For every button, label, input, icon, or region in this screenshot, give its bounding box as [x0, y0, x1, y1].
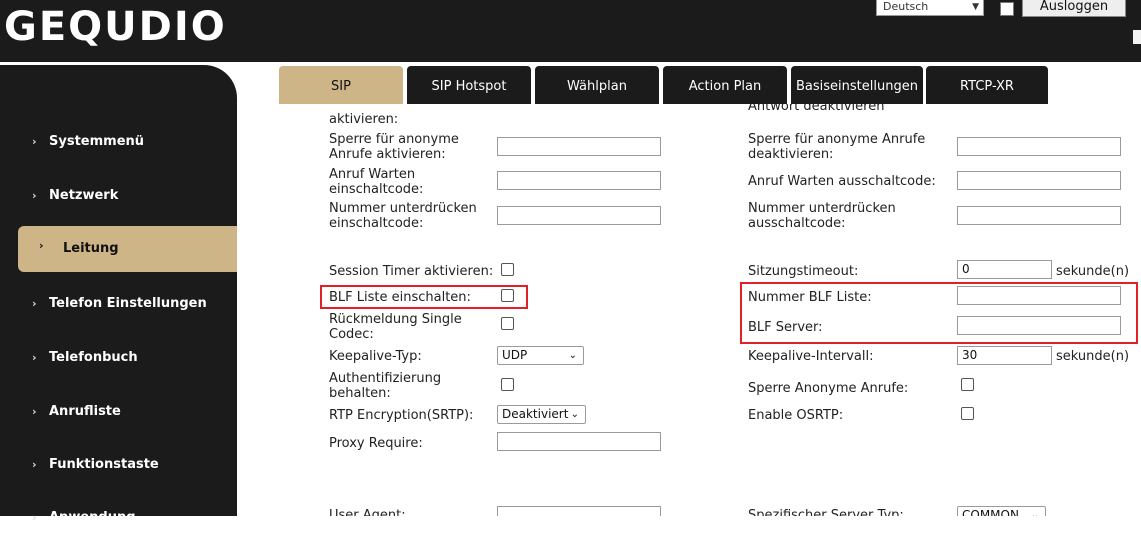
- keepalive-type-select[interactable]: UDP ⌄: [497, 346, 584, 365]
- proxy-require-label: Proxy Require:: [329, 436, 423, 451]
- chevron-right-icon: ›: [32, 135, 37, 148]
- chevron-right-icon: ›: [32, 511, 37, 524]
- tab-rtcp-xr[interactable]: RTCP-XR: [926, 66, 1048, 104]
- anon-block-off-label: Sperre für anonyme Anrufe deaktivieren:: [748, 132, 926, 162]
- chevron-right-icon: ›: [32, 405, 37, 418]
- tab-basiseinstellungen[interactable]: Basiseinstellungen: [791, 66, 923, 104]
- sidebar-item-label: Leitung: [63, 241, 119, 256]
- blf-list-number-label: Nummer BLF Liste:: [748, 290, 872, 305]
- tab-waehlplan[interactable]: Wählplan: [535, 66, 659, 104]
- field-label: Antwort deaktivieren: [748, 104, 885, 114]
- tab-sip[interactable]: SIP: [279, 66, 403, 104]
- sidebar-item-funktionstaste[interactable]: › Funktionstaste: [0, 450, 237, 480]
- session-timeout-unit: sekunde(n): [1056, 264, 1130, 279]
- single-codec-label: Rückmeldung Single Codec:: [329, 312, 462, 342]
- session-timeout-label: Sitzungstimeout:: [748, 264, 859, 279]
- tab-bar: SIP SIP Hotspot Wählplan Action Plan Bas…: [240, 62, 1141, 104]
- chevron-down-icon: ⌄: [568, 350, 577, 361]
- session-timer-checkbox[interactable]: [501, 263, 514, 276]
- language-select[interactable]: Deutsch ▼: [876, 0, 984, 16]
- sidebar-item-leitung[interactable]: › Leitung: [18, 226, 237, 272]
- chevron-down-icon: ⌄: [570, 409, 579, 420]
- call-wait-on-label: Anruf Warten einschaltcode:: [329, 167, 424, 197]
- chevron-right-icon: ›: [32, 351, 37, 364]
- top-header: GEQUDIO Deutsch ▼ Ausloggen: [0, 0, 1141, 62]
- chevron-right-icon: ›: [32, 458, 37, 471]
- call-wait-on-input[interactable]: [497, 171, 661, 190]
- blf-server-label: BLF Server:: [748, 320, 823, 335]
- blf-list-enable-checkbox[interactable]: [501, 289, 514, 302]
- hide-number-on-input[interactable]: [497, 206, 661, 225]
- sidebar-item-telefon-einstellungen[interactable]: › Telefon Einstellungen: [0, 289, 237, 319]
- server-type-label: Spezifischer Server Typ:: [748, 508, 904, 516]
- sidebar-item-telefonbuch[interactable]: › Telefonbuch: [0, 343, 237, 373]
- sidebar-item-anrufliste[interactable]: › Anrufliste: [0, 397, 237, 427]
- header-checkbox[interactable]: [1000, 2, 1014, 16]
- sidebar-item-netzwerk[interactable]: › Netzwerk: [0, 181, 237, 211]
- sidebar-item-label: Telefon Einstellungen: [49, 296, 207, 311]
- enable-osrtp-checkbox[interactable]: [961, 407, 974, 420]
- hide-number-on-label: Nummer unterdrücken einschaltcode:: [329, 201, 477, 231]
- logout-button[interactable]: Ausloggen: [1022, 0, 1126, 17]
- tab-action-plan[interactable]: Action Plan: [663, 66, 787, 104]
- sidebar-item-label: Telefonbuch: [49, 350, 138, 365]
- keepalive-type-label: Keepalive-Typ:: [329, 349, 422, 364]
- sidebar-item-label: Netzwerk: [49, 188, 119, 203]
- chevron-right-icon: ›: [32, 189, 37, 202]
- call-wait-off-label: Anruf Warten ausschaltcode:: [748, 174, 936, 189]
- anon-block-on-label: Sperre für anonyme Anrufe aktivieren:: [329, 132, 459, 162]
- language-value: Deutsch: [883, 0, 929, 13]
- blf-list-enable-label: BLF Liste einschalten:: [329, 290, 471, 305]
- sidebar-item-systemmenu[interactable]: › Systemmenü: [0, 127, 237, 157]
- sidebar-item-label: Systemmenü: [49, 134, 145, 149]
- sidebar-item-label: Anrufliste: [49, 404, 121, 419]
- session-timeout-input[interactable]: 0: [957, 260, 1052, 279]
- server-type-select[interactable]: COMMON ⌄: [957, 506, 1046, 516]
- sidebar-item-label: Anwendung: [49, 510, 136, 525]
- sidebar: › Systemmenü › Netzwerk › Leitung › Tele…: [0, 62, 240, 525]
- brand-logo: GEQUDIO: [4, 4, 227, 50]
- hide-number-off-input[interactable]: [957, 206, 1121, 225]
- server-type-value: COMMON: [962, 508, 1019, 516]
- keepalive-interval-label: Keepalive-Intervall:: [748, 349, 874, 364]
- block-anon-checkbox[interactable]: [961, 378, 974, 391]
- chevron-right-icon: ›: [32, 297, 37, 310]
- keepalive-interval-unit: sekunde(n): [1056, 349, 1130, 364]
- chevron-down-icon: ⌄: [1030, 510, 1039, 516]
- header-edge-control: [1133, 30, 1141, 44]
- blf-list-number-input[interactable]: [957, 286, 1121, 305]
- chevron-down-icon: ▼: [972, 2, 979, 12]
- call-wait-off-input[interactable]: [957, 171, 1121, 190]
- sidebar-item-label: Funktionstaste: [49, 457, 159, 472]
- rtp-encryption-select[interactable]: Deaktiviert ⌄: [497, 405, 586, 424]
- block-anon-label: Sperre Anonyme Anrufe:: [748, 381, 909, 396]
- session-timer-label: Session Timer aktivieren:: [329, 264, 494, 279]
- rtp-encryption-value: Deaktiviert: [502, 407, 569, 421]
- rtp-encryption-label: RTP Encryption(SRTP):: [329, 408, 474, 423]
- keep-auth-label: Authentifizierung behalten:: [329, 371, 442, 401]
- user-agent-label: User Agent:: [329, 508, 406, 516]
- keepalive-interval-input[interactable]: 30: [957, 346, 1052, 365]
- anon-block-on-input[interactable]: [497, 137, 661, 156]
- keepalive-type-value: UDP: [502, 348, 528, 362]
- sip-settings-form: aktivieren: Antwort deaktivieren Sperre …: [240, 104, 1141, 516]
- blf-server-input[interactable]: [957, 316, 1121, 335]
- enable-osrtp-label: Enable OSRTP:: [748, 408, 844, 423]
- single-codec-checkbox[interactable]: [501, 317, 514, 330]
- sidebar-item-anwendung[interactable]: › Anwendung: [0, 503, 237, 533]
- user-agent-input[interactable]: [497, 506, 661, 516]
- keep-auth-checkbox[interactable]: [501, 378, 514, 391]
- proxy-require-input[interactable]: [497, 432, 661, 451]
- chevron-right-icon: ›: [39, 239, 44, 252]
- field-label: aktivieren:: [329, 112, 399, 127]
- hide-number-off-label: Nummer unterdrücken ausschaltcode:: [748, 201, 896, 231]
- anon-block-off-input[interactable]: [957, 137, 1121, 156]
- tab-sip-hotspot[interactable]: SIP Hotspot: [407, 66, 531, 104]
